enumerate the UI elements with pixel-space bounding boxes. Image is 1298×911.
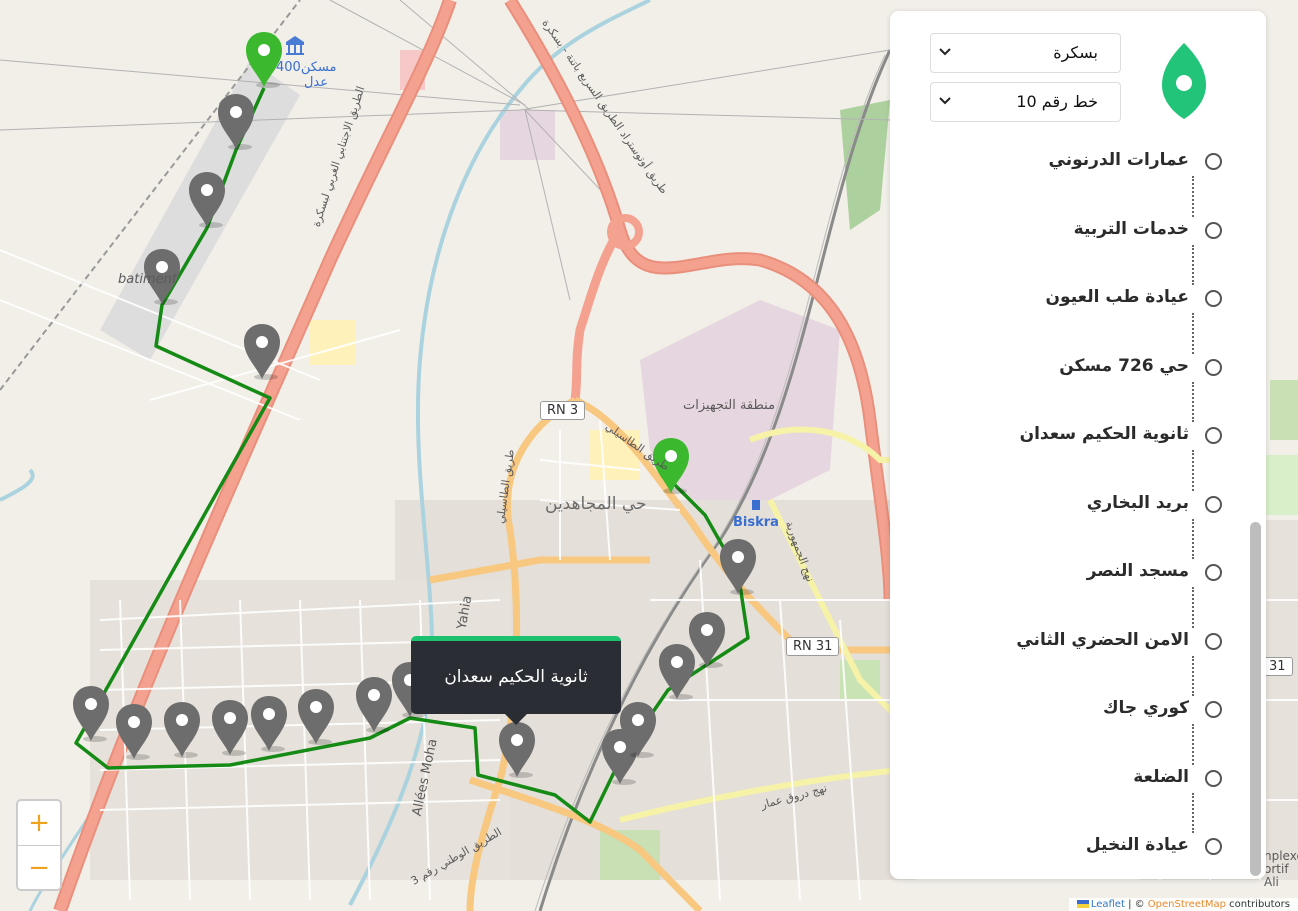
leaflet-link[interactable]: Leaflet <box>1091 899 1125 910</box>
stop-marker[interactable] <box>187 170 227 228</box>
stop-item[interactable]: كوري جاك <box>930 692 1222 728</box>
zoom-out-button[interactable]: − <box>18 845 60 890</box>
stop-item[interactable]: عيادة طب العيون <box>930 281 1222 317</box>
stop-name: عيادة طب العيون <box>1045 287 1189 307</box>
stop-connector <box>1192 381 1196 422</box>
map-marker-icon <box>720 539 756 595</box>
chevron-down-icon <box>939 48 951 56</box>
stop-connector <box>1192 244 1196 285</box>
map-marker-icon <box>251 696 287 752</box>
stop-circle-icon <box>1205 701 1222 718</box>
stop-item[interactable]: عيادة النخيل <box>930 829 1222 865</box>
stop-circle-icon <box>1205 153 1222 170</box>
map-marker-icon <box>298 689 334 745</box>
stop-marker[interactable] <box>687 610 727 668</box>
osm-link[interactable]: OpenStreetMap <box>1148 899 1226 910</box>
stop-marker[interactable] <box>114 702 154 760</box>
stop-name: ثانوية الحكيم سعدان <box>1019 424 1189 444</box>
stop-connector <box>1192 176 1196 217</box>
panel-scrollbar[interactable] <box>1250 522 1261 876</box>
map-marker-icon <box>116 704 152 760</box>
terminal-stop-marker[interactable] <box>651 436 691 494</box>
map-marker-icon <box>356 677 392 733</box>
zoom-control: + − <box>16 799 62 891</box>
stop-marker[interactable] <box>71 684 111 742</box>
map-marker-icon <box>246 32 282 88</box>
stop-marker[interactable] <box>618 700 658 758</box>
stop-connector <box>1192 518 1196 559</box>
map-marker-icon <box>620 702 656 758</box>
ukraine-flag-icon <box>1076 900 1089 908</box>
map-marker-icon <box>189 172 225 228</box>
line-select-value: خط رقم 10 <box>1016 92 1098 111</box>
stop-name: الامن الحضري الثاني <box>1016 629 1189 650</box>
road-shield-edge: 31 <box>1262 657 1293 676</box>
zoom-in-button[interactable]: + <box>18 801 60 845</box>
stop-name: عمارات الدرنوني <box>1048 150 1189 170</box>
city-select-value: بسكرة <box>1053 43 1098 62</box>
terminal-stop-marker[interactable] <box>244 30 284 88</box>
stop-name: حي 726 مسكن <box>1059 355 1189 376</box>
stop-marker[interactable] <box>354 675 394 733</box>
stop-name: كوري جاك <box>1102 698 1189 718</box>
stop-marker[interactable] <box>216 92 256 150</box>
stop-circle-icon <box>1205 221 1222 239</box>
stop-name: خدمات التربية <box>1073 218 1189 239</box>
stop-circle-icon <box>1205 290 1222 307</box>
stop-circle-icon <box>1205 427 1222 444</box>
stop-marker[interactable] <box>242 322 282 380</box>
stop-marker[interactable] <box>142 247 182 305</box>
map-attribution: Leaflet | © OpenStreetMap contributors <box>1068 898 1298 911</box>
stop-item[interactable]: مسجد النصر <box>930 555 1222 591</box>
map-marker-icon <box>689 612 725 668</box>
stop-circle-icon <box>1205 564 1222 581</box>
stop-circle-icon <box>1205 358 1222 376</box>
stop-circle-icon <box>1205 495 1222 513</box>
stop-item[interactable]: ثانوية الحكيم سعدان <box>930 418 1222 454</box>
stop-name: الضلعة <box>1133 766 1189 787</box>
stop-item[interactable]: خدمات التربية <box>930 213 1222 249</box>
road-shield-rn31: RN 31 <box>786 637 840 656</box>
stop-connector <box>1192 655 1196 696</box>
stop-tooltip: ثانوية الحكيم سعدان <box>411 636 621 725</box>
attribution-separator: | © <box>1124 899 1148 910</box>
map-marker-icon <box>218 94 254 150</box>
city-select[interactable]: بسكرة <box>930 33 1121 73</box>
stop-circle-icon <box>1205 632 1222 650</box>
stop-item[interactable]: عمارات الدرنوني <box>930 144 1222 180</box>
stop-connector <box>1192 724 1196 765</box>
stop-marker[interactable] <box>249 694 289 752</box>
stop-marker[interactable] <box>162 700 202 758</box>
map-marker-icon <box>73 686 109 742</box>
road-shield-rn3: RN 3 <box>540 401 586 420</box>
stop-marker[interactable] <box>497 720 537 778</box>
stop-connector <box>1192 313 1196 354</box>
map-marker-icon <box>212 700 248 756</box>
stop-item[interactable]: حي 726 مسكن <box>930 350 1222 386</box>
map-marker-icon <box>164 702 200 758</box>
map-marker-icon <box>244 324 280 380</box>
stop-circle-icon <box>1205 769 1222 787</box>
stop-item[interactable]: بريد البخاري <box>930 487 1222 523</box>
line-select[interactable]: خط رقم 10 <box>930 82 1121 122</box>
stop-name: عيادة النخيل <box>1085 835 1189 855</box>
chevron-down-icon <box>939 97 951 105</box>
stop-marker[interactable] <box>296 687 336 745</box>
stop-circle-icon <box>1205 838 1222 855</box>
stop-item[interactable]: الضلعة <box>930 761 1222 797</box>
stop-name: مسجد النصر <box>1086 561 1189 581</box>
map-marker-icon <box>499 722 535 778</box>
route-panel: بسكرة خط رقم 10 عمارات الدرنوني خدمات الت… <box>890 11 1266 879</box>
stop-name: بريد البخاري <box>1086 492 1189 513</box>
stop-connector <box>1192 587 1196 628</box>
stop-connector <box>1192 792 1196 833</box>
stop-marker[interactable] <box>718 537 758 595</box>
attribution-contributors: contributors <box>1226 899 1290 910</box>
stop-item[interactable]: الامن الحضري الثاني <box>930 624 1222 660</box>
map-marker-icon <box>144 249 180 305</box>
stop-marker[interactable] <box>210 698 250 756</box>
location-pin-icon <box>1162 43 1206 119</box>
map-marker-icon <box>653 438 689 494</box>
stop-connector <box>1192 450 1196 491</box>
